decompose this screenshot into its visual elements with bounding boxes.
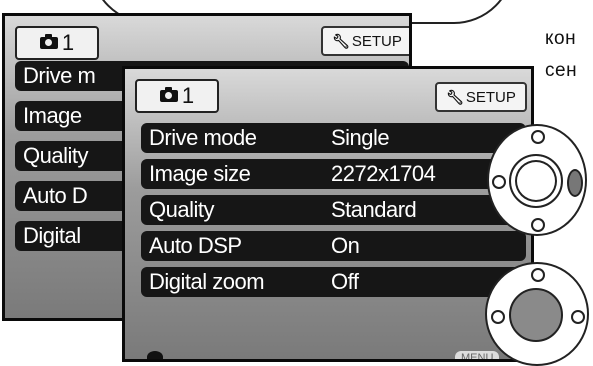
dial-dot-left [491, 310, 505, 324]
side-text-line1: кон [545, 28, 577, 49]
dial-dot-down [531, 218, 545, 232]
dial-dot-left [492, 175, 506, 189]
camera-icon [159, 87, 178, 102]
row-value: Standard [331, 197, 417, 222]
row-label: Digital [23, 223, 81, 248]
dial-dot-up [531, 268, 545, 282]
camera-icon [39, 34, 58, 49]
menu-button[interactable]: MENU [455, 351, 500, 359]
tab-camera-1[interactable]: 1 [15, 26, 99, 60]
wrench-icon: 🔧︎ [332, 32, 350, 49]
row-label: Quality [149, 197, 214, 222]
menu-row-digital-zoom[interactable]: Digital zoom Off [141, 267, 526, 297]
tab-number: 1 [61, 30, 75, 55]
dial-dot-up [531, 130, 545, 144]
wrench-icon: 🔧︎ [446, 88, 464, 105]
tab-setup[interactable]: 🔧︎ SETUP [321, 26, 409, 56]
dial-dot-right [571, 310, 585, 324]
menu-row-auto-dsp[interactable]: Auto DSP On [141, 231, 526, 261]
menu-row-image-size[interactable]: Image size 2272x1704 [141, 159, 526, 189]
row-label: Image size [149, 161, 251, 186]
controller-center-pressed-icon [485, 262, 589, 366]
row-label: Digital zoom [149, 269, 265, 294]
row-value: Off [331, 269, 359, 294]
row-label: Quality [23, 143, 88, 168]
row-label: Image [23, 103, 82, 128]
row-label: Auto DSP [149, 233, 242, 258]
footer-indicator-dot [147, 351, 163, 359]
side-text-line2: сен [545, 60, 578, 81]
row-value: Single [331, 125, 390, 150]
row-value: On [331, 233, 360, 258]
tab-setup[interactable]: 🔧︎ SETUP [435, 82, 527, 112]
tab-number: 1 [181, 83, 195, 108]
dial-center-button-pressed [509, 288, 563, 342]
row-label: Drive m [23, 63, 96, 88]
row-label: Auto D [23, 183, 88, 208]
dial-dot-right-pressed [567, 169, 583, 197]
front-menu-screen: 1 🔧︎ SETUP Drive mode Single Image size … [122, 66, 534, 362]
row-value: 2272x1704 [331, 161, 436, 186]
setup-label: SETUP [351, 32, 402, 50]
row-label: Drive mode [149, 125, 257, 150]
controller-right-pressed-icon [487, 124, 587, 236]
setup-label: SETUP [465, 88, 516, 106]
dial-center-button [509, 154, 563, 208]
menu-row-drive-mode[interactable]: Drive mode Single [141, 123, 526, 153]
tab-camera-1[interactable]: 1 [135, 79, 219, 113]
menu-row-quality[interactable]: Quality Standard [141, 195, 526, 225]
